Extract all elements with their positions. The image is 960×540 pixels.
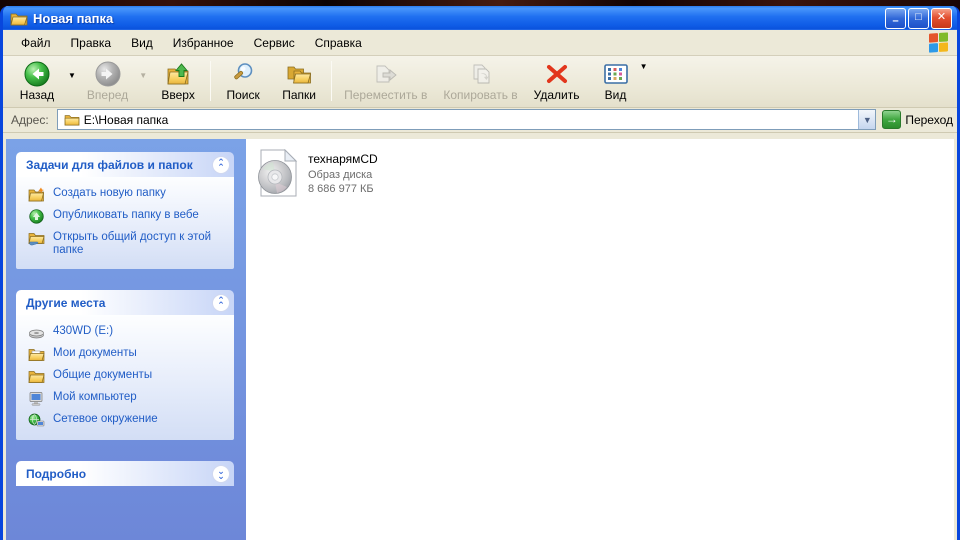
back-button[interactable]: Назад [9,58,65,104]
view-button[interactable]: Вид ▼ [588,58,648,104]
disc-image-file-icon [258,149,298,197]
go-button[interactable]: → Переход [882,110,953,129]
search-button[interactable]: Поиск [215,58,271,104]
copy-to-button[interactable]: Копировать в [435,58,525,104]
address-input[interactable]: E:\Новая папка ▼ [56,109,877,130]
menu-help[interactable]: Справка [305,32,372,54]
move-to-button[interactable]: Переместить в [336,58,435,104]
menu-edit[interactable]: Правка [61,32,122,54]
folders-icon [287,66,312,84]
back-icon [24,61,50,87]
menu-tools[interactable]: Сервис [244,32,305,54]
file-name: технарямCD [308,152,378,166]
minimize-button[interactable]: – [885,7,906,29]
task-create-folder[interactable]: Создать новую папку [28,187,226,202]
up-icon [167,63,189,85]
file-list-area[interactable]: технарямCD Образ диска 8 686 977 КБ [246,139,954,540]
explorer-window: Новая папка – □ ✕ Файл Правка Вид Избран… [0,6,960,540]
windows-logo-icon [929,32,949,53]
folder-icon [64,115,79,126]
view-icon [603,64,628,84]
folder-icon [10,13,28,25]
panel-title: Задачи для файлов и папок [26,157,193,172]
panel-other-places-header[interactable]: Другие места ⌃ ⌃ [16,290,234,315]
panel-other-places: Другие места ⌃ ⌃ 430WD (E:) Мои документ… [16,290,234,440]
file-item[interactable]: технарямCD Образ диска 8 686 977 КБ [252,147,552,199]
folders-button[interactable]: Папки [271,58,327,104]
publish-web-icon [29,209,44,224]
delete-button[interactable]: Удалить [526,58,588,104]
shared-folder-icon [28,233,45,246]
close-button[interactable]: ✕ [931,7,952,29]
place-shared-documents[interactable]: Общие документы [28,369,226,384]
my-documents-icon [28,349,45,361]
address-bar: Адрес: E:\Новая папка ▼ → Переход [3,108,957,133]
address-value: E:\Новая папка [83,112,169,127]
panel-details-header[interactable]: Подробно ⌄ ⌄ [16,461,234,486]
title-bar[interactable]: Новая папка – □ ✕ [3,6,957,30]
move-to-icon [376,65,397,83]
view-dropdown[interactable]: ▼ [640,62,648,71]
file-type: Образ диска [308,169,373,181]
toolbar-separator [331,61,333,101]
menu-bar: Файл Правка Вид Избранное Сервис Справка [3,30,957,56]
panel-details: Подробно ⌄ ⌄ [16,461,234,486]
panel-file-tasks-header[interactable]: Задачи для файлов и папок ⌃ ⌃ [16,152,234,177]
menu-file[interactable]: Файл [11,32,61,54]
maximize-button[interactable]: □ [908,7,929,29]
panel-file-tasks: Задачи для файлов и папок ⌃ ⌃ Создать нов… [16,152,234,269]
address-label: Адрес: [11,112,49,127]
back-dropdown[interactable]: ▼ [65,52,79,98]
toolbar-separator [210,61,212,101]
panel-title: Другие места [26,295,106,310]
panel-title: Подробно [26,466,87,481]
file-size: 8 686 977 КБ [308,183,374,195]
new-folder-icon [28,187,44,202]
network-icon [28,413,45,427]
task-pane-sidebar: Задачи для файлов и папок ⌃ ⌃ Создать нов… [6,139,246,540]
folder-icon [28,371,45,383]
content-area: Задачи для файлов и папок ⌃ ⌃ Создать нов… [6,139,954,540]
forward-button[interactable]: Вперед [79,58,136,104]
place-my-documents[interactable]: Мои документы [28,347,226,362]
delete-icon [546,65,567,83]
task-publish-web[interactable]: Опубликовать папку в вебе [28,209,226,224]
menu-favorites[interactable]: Избранное [163,32,244,54]
toolbar: Назад ▼ Вперед ▼ Вверх Поиск Папки Перем… [3,56,957,108]
address-dropdown[interactable]: ▼ [858,110,876,129]
window-title: Новая папка [33,10,114,26]
place-my-computer[interactable]: Мой компьютер [28,391,226,406]
disk-drive-icon [29,329,44,339]
up-button[interactable]: Вверх [150,58,206,104]
expand-chevron-icon[interactable]: ⌄ ⌄ [212,464,230,483]
task-share-folder[interactable]: Открыть общий доступ к этой папке [28,231,226,257]
collapse-chevron-icon[interactable]: ⌃ ⌃ [212,155,230,174]
place-drive-e[interactable]: 430WD (E:) [28,325,226,340]
forward-icon [95,61,121,87]
search-icon [234,63,253,80]
place-network[interactable]: Сетевое окружение [28,413,226,428]
go-arrow-icon: → [882,110,902,129]
collapse-chevron-icon[interactable]: ⌃ ⌃ [212,293,230,312]
computer-icon [29,392,43,406]
menu-view[interactable]: Вид [121,32,163,54]
copy-to-icon [473,64,489,84]
forward-dropdown[interactable]: ▼ [136,52,150,98]
